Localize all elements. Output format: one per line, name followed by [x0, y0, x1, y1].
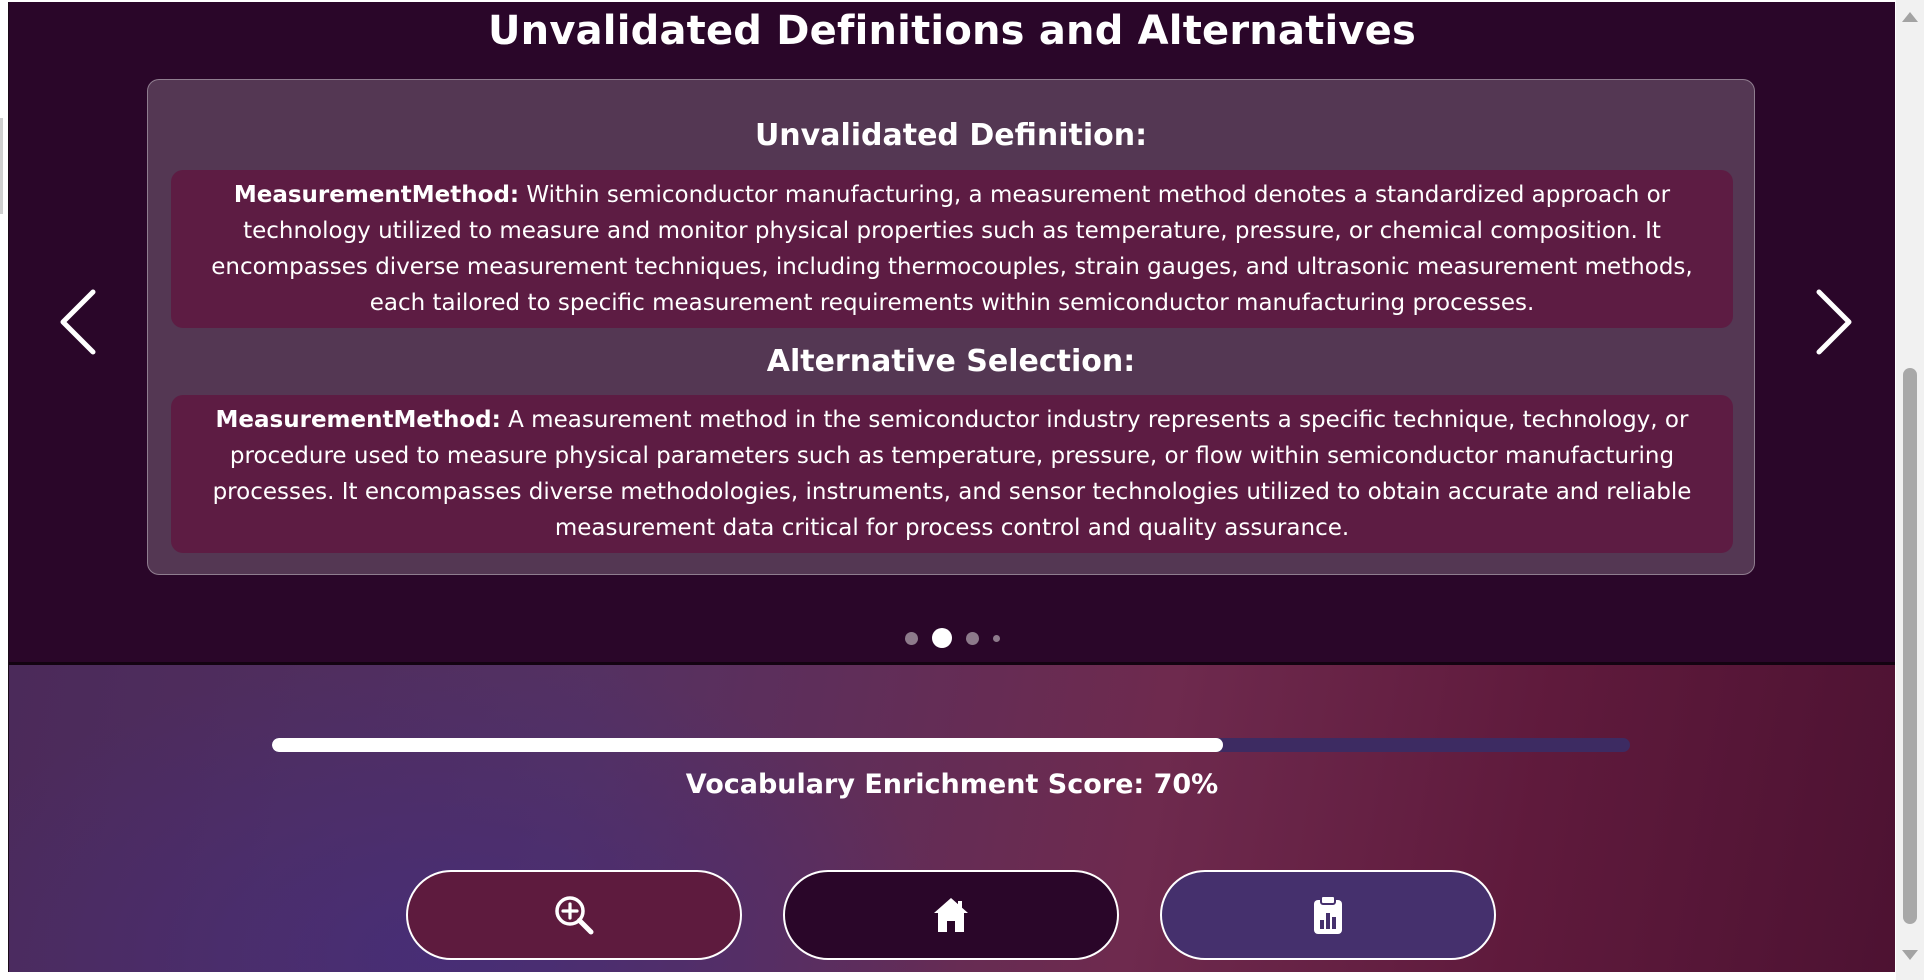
carousel-dot-4[interactable]: [992, 634, 1000, 642]
carousel-prev-button[interactable]: [55, 282, 105, 362]
alternative-paragraph: MeasurementMethod: A measurement method …: [185, 402, 1719, 546]
chevron-left-icon: [60, 289, 96, 355]
scrollbar-thumb[interactable]: [1903, 368, 1917, 924]
chevron-right-icon: [1816, 289, 1852, 355]
clipboard-chart-icon: [1314, 895, 1342, 934]
vertical-scrollbar[interactable]: [1896, 0, 1924, 980]
definition-box: MeasurementMethod: Within semiconductor …: [171, 170, 1733, 328]
alternative-heading: Alternative Selection:: [766, 344, 1136, 379]
alternative-term: MeasurementMethod:: [215, 407, 501, 433]
definition-term: MeasurementMethod:: [233, 182, 520, 208]
alternative-box[interactable]: MeasurementMethod: A measurement method …: [171, 395, 1733, 553]
definition-paragraph: MeasurementMethod: Within semiconductor …: [185, 177, 1719, 321]
carousel-dot-2[interactable]: [931, 628, 952, 648]
definition-card: Unvalidated Definition: MeasurementMetho…: [147, 79, 1755, 575]
scroll-up-arrow-icon[interactable]: [1902, 12, 1918, 22]
carousel-dot-1[interactable]: [904, 631, 918, 645]
zoom-button[interactable]: [406, 870, 742, 960]
score-section: Vocabulary Enrichment Score: 70%: [9, 665, 1895, 972]
zoom-in-icon: [555, 896, 594, 935]
carousel-dot-3[interactable]: [965, 631, 979, 645]
report-button[interactable]: [1160, 870, 1496, 960]
score-progress-bar: [272, 738, 1630, 752]
carousel-section: Unvalidated Definitions and Alternatives…: [9, 2, 1895, 665]
window-edge: [0, 118, 3, 214]
carousel-indicators: [9, 626, 1895, 650]
scroll-down-arrow-icon[interactable]: [1902, 950, 1918, 960]
home-button[interactable]: [783, 870, 1119, 960]
score-label: Vocabulary Enrichment Score: 70%: [685, 769, 1219, 800]
page-title: Unvalidated Definitions and Alternatives: [487, 8, 1417, 54]
home-icon: [934, 898, 968, 932]
carousel-next-button[interactable]: [1807, 282, 1857, 362]
window-bottom-edge: [0, 972, 1896, 980]
score-progress-fill: [272, 738, 1223, 752]
definition-heading: Unvalidated Definition:: [754, 118, 1148, 153]
app-frame: Unvalidated Definitions and Alternatives…: [8, 2, 1895, 972]
